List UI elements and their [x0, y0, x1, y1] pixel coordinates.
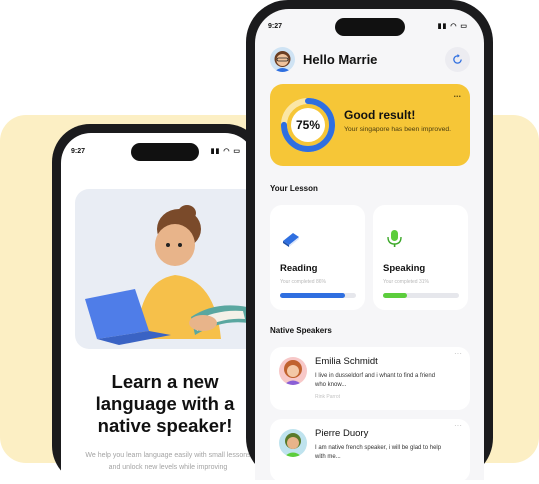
- user-avatar[interactable]: [270, 47, 295, 72]
- signal-wifi-battery-icon: ▮▮ ◠ ▭: [210, 148, 241, 155]
- speaker-message: I live in dusseldorf and i whant to find…: [315, 373, 436, 388]
- speaker-meta: Rink Parrot: [315, 394, 341, 400]
- status-bar: 9:27 ▮▮ ◠ ▭: [61, 146, 255, 160]
- student-illustration: [75, 189, 255, 349]
- lesson-progress-fill: [280, 293, 346, 298]
- lesson-name: Speaking: [383, 263, 426, 274]
- lesson-card-reading[interactable]: Reading Your completed 86%: [270, 205, 365, 310]
- refresh-icon: [453, 54, 462, 64]
- lesson-name: Reading: [280, 263, 318, 274]
- status-time: 9:27: [71, 148, 86, 155]
- speaker-name: Emilia Schmidt: [315, 356, 378, 367]
- lesson-progress-text: Your completed 31%: [383, 279, 429, 285]
- back-phone-screen: 9:27 ▮▮ ◠ ▭ Learn a new language with a …: [61, 133, 255, 484]
- lesson-progress-fill: [383, 293, 407, 298]
- more-options-icon[interactable]: ···: [454, 349, 462, 358]
- speaker-name: Pierre Duory: [315, 428, 369, 439]
- speaker-card-emilia[interactable]: Emilia Schmidt I live in dusseldorf and …: [270, 347, 470, 410]
- progress-percent: 75%: [295, 118, 321, 132]
- result-title: Good result!: [344, 108, 416, 122]
- speaker-avatar: [279, 429, 307, 457]
- refresh-button[interactable]: [445, 47, 470, 72]
- more-options-icon[interactable]: ···: [454, 421, 462, 430]
- book-icon: [283, 233, 299, 247]
- speakers-section-title: Native Speakers: [270, 326, 332, 335]
- front-phone-screen: 9:27 ▮▮ ◠ ▭ Hello Marrie 75% Good result…: [255, 9, 484, 480]
- speaker-avatar: [279, 357, 307, 385]
- microphone-icon: [387, 230, 402, 247]
- lesson-card-speaking[interactable]: Speaking Your completed 31%: [373, 205, 468, 310]
- lesson-section-title: Your Lesson: [270, 184, 318, 193]
- onboarding-subtitle: We help you learn language easily with s…: [85, 452, 251, 471]
- front-phone: 9:27 ▮▮ ◠ ▭ Hello Marrie 75% Good result…: [246, 0, 493, 480]
- onboarding-title: Learn a new language with a native speak…: [95, 371, 235, 436]
- speaker-card-pierre[interactable]: Pierre Duory I am native french speaker,…: [270, 419, 470, 480]
- signal-wifi-battery-icon: ▮▮ ◠ ▭: [437, 23, 468, 30]
- back-phone: 9:27 ▮▮ ◠ ▭ Learn a new language with a …: [52, 124, 264, 484]
- speaker-message: I am native french speaker, i will be gl…: [315, 445, 442, 460]
- result-description: Your singapore has been improved.: [344, 126, 452, 133]
- lesson-progress-text: Your completed 86%: [280, 279, 326, 285]
- lesson-progress-bar: [383, 293, 459, 298]
- greeting-title: Hello Marrie: [303, 52, 378, 67]
- status-time: 9:27: [268, 23, 283, 30]
- result-card[interactable]: 75% Good result! Your singapore has been…: [270, 84, 470, 166]
- status-bar: 9:27 ▮▮ ◠ ▭: [255, 21, 484, 35]
- lesson-progress-bar: [280, 293, 356, 298]
- more-options-button[interactable]: ...: [453, 89, 461, 99]
